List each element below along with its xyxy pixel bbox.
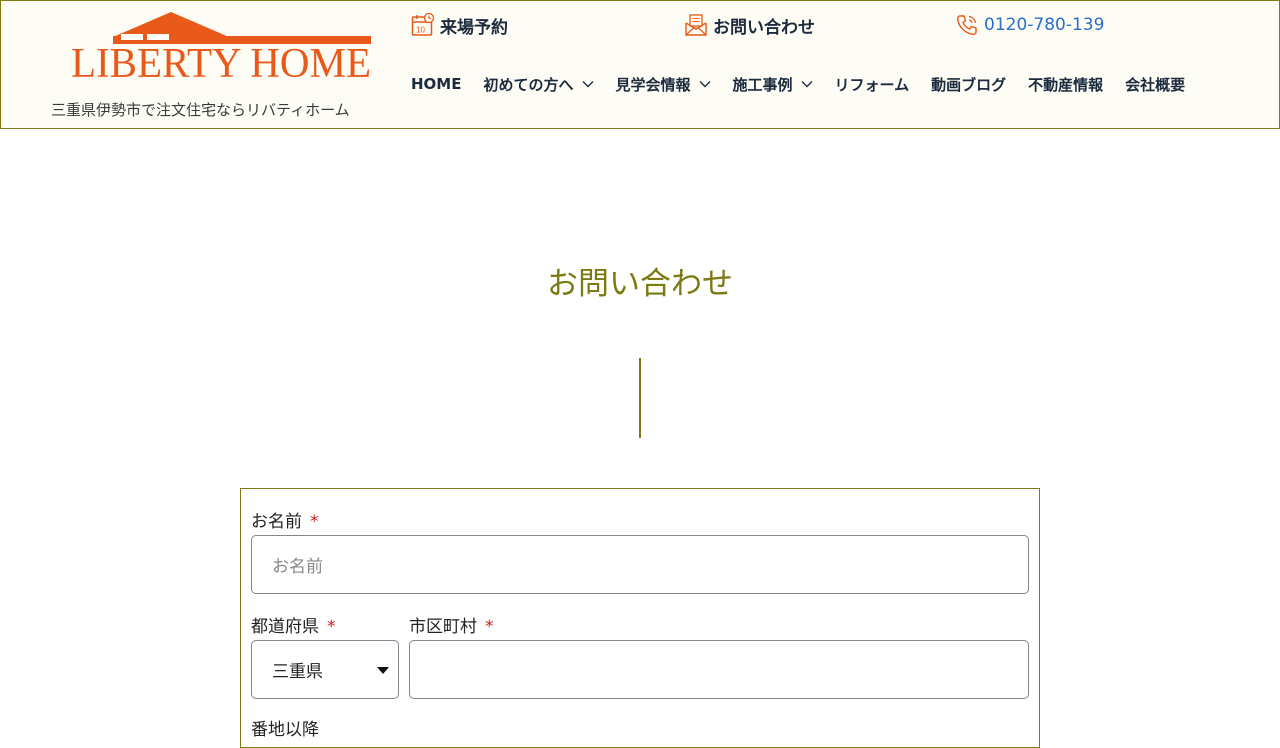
nav-item-label: リフォーム [834,75,910,94]
liberty-home-logo[interactable]: LIBERTY HOME [71,11,371,79]
nav-item-open-house[interactable]: 見学会情報 [616,71,711,97]
chevron-down-icon [699,81,711,88]
nav-item-reform[interactable]: リフォーム [835,71,910,97]
caret-down-icon [377,667,389,674]
prefecture-select[interactable]: 三重県 [251,640,399,699]
chevron-down-icon [582,81,593,88]
mail-icon [685,14,707,36]
title-divider [639,358,641,438]
nav-item-label: 不動産情報 [1028,75,1104,94]
city-label-text: 市区町村 [409,617,477,637]
site-header: LIBERTY HOME 三重県伊勢市で注文住宅ならリバティホーム 10 来場予… [0,0,1280,129]
nav-item-label: 初めての方へ [483,75,574,94]
phone-link[interactable]: 0120-780-139 [955,11,1104,39]
required-mark: * [310,512,319,532]
name-label-text: お名前 [251,512,302,532]
svg-text:10: 10 [416,26,425,35]
main-nav: HOME 初めての方へ 見学会情報 施工事例 リフォーム 動画ブログ 不動産情報… [411,71,1185,97]
nav-item-label: 会社概要 [1125,75,1186,94]
nav-item-company[interactable]: 会社概要 [1125,71,1185,97]
prefecture-label-text: 都道府県 [251,617,319,637]
reserve-label: 来場予約 [440,17,508,38]
name-placeholder: お名前 [272,557,323,577]
prefecture-label: 都道府県 * [251,612,336,637]
name-input[interactable]: お名前 [251,535,1029,594]
contact-link[interactable]: お問い合わせ [684,11,815,39]
contact-label: お問い合わせ [713,17,815,38]
nav-item-label: 動画ブログ [931,75,1007,94]
reserve-link[interactable]: 10 来場予約 [411,11,508,39]
required-mark: * [327,617,336,637]
nav-item-first-time[interactable]: 初めての方へ [483,71,593,97]
address-label: 番地以降 [251,720,319,740]
calendar-icon: 10 [411,13,435,36]
chevron-down-icon [801,81,813,88]
nav-item-label: HOME [411,75,462,93]
logo-text: LIBERTY HOME [71,41,371,79]
page-title: お問い合わせ [547,266,733,302]
nav-item-works[interactable]: 施工事例 [733,71,813,97]
phone-icon [956,15,977,36]
name-label: お名前 * [251,507,319,532]
nav-item-home[interactable]: HOME [411,71,461,97]
nav-item-real-estate[interactable]: 不動産情報 [1028,71,1103,97]
phone-number: 0120-780-139 [984,15,1105,35]
contact-form: お名前 * お名前 都道府県 * 三重県 市区町村 * 番地以降 [240,488,1040,748]
prefecture-value: 三重県 [272,662,323,682]
nav-item-label: 施工事例 [732,75,793,94]
required-mark: * [485,617,494,637]
city-label: 市区町村 * [409,612,494,637]
site-tagline: 三重県伊勢市で注文住宅ならリバティホーム [51,101,350,119]
nav-item-label: 見学会情報 [615,75,691,94]
nav-item-video-blog[interactable]: 動画ブログ [931,71,1006,97]
city-input[interactable] [409,640,1029,699]
